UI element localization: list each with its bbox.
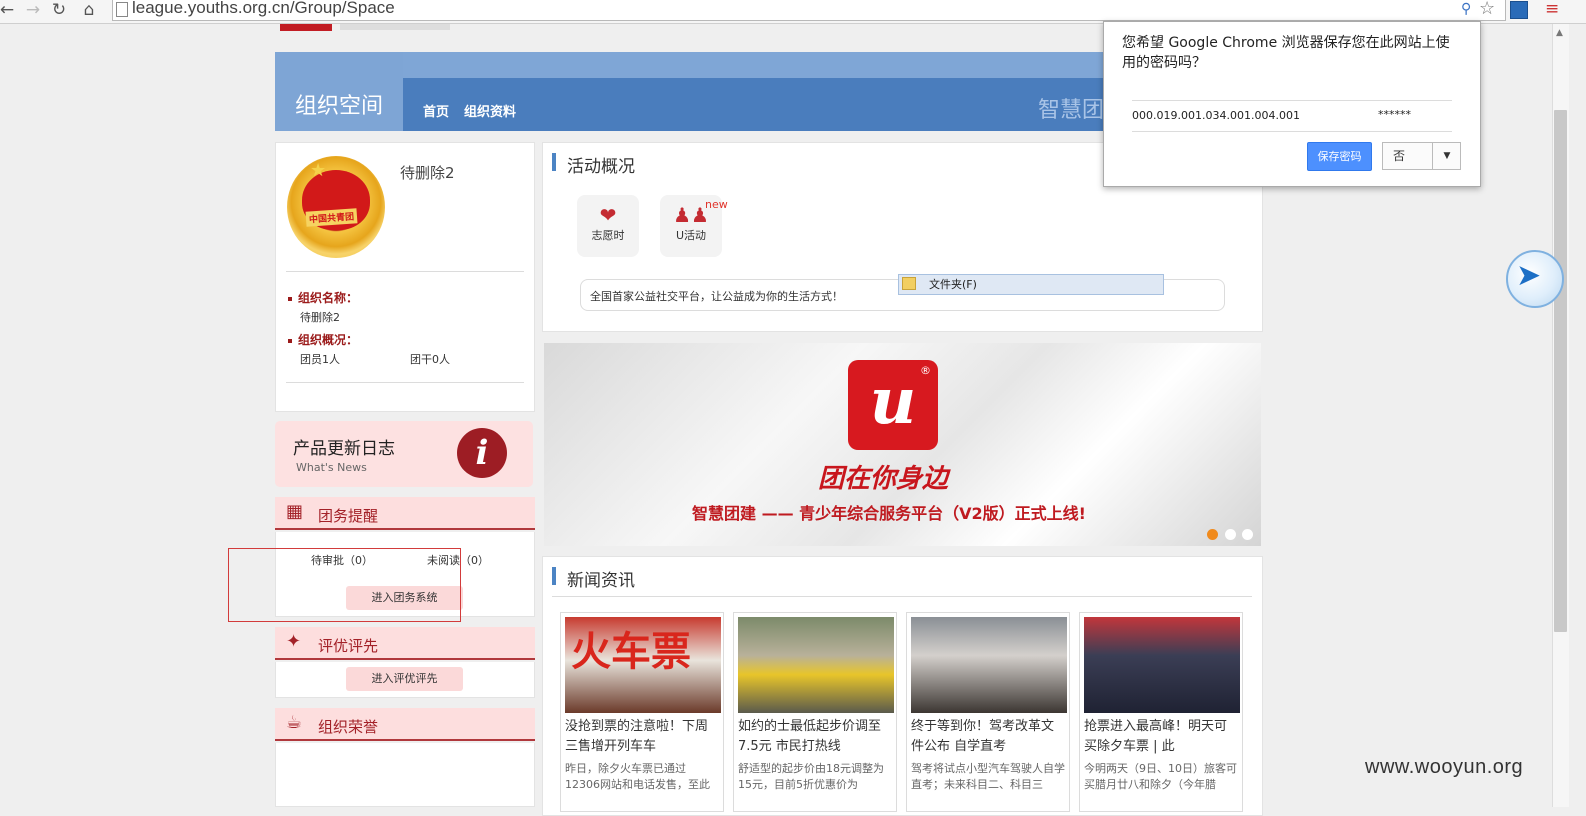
volunteer-hours-card[interactable]: ❤ 志愿时 [577, 195, 639, 257]
bookmark-star-icon[interactable]: ☆ [1479, 0, 1495, 19]
news-title: 新闻资讯 [567, 571, 635, 591]
news-item-title[interactable]: 终于等到你！驾考改革文件公布 自学直考 [907, 717, 1069, 757]
news-image-text: 火车票 [571, 628, 691, 675]
league-tasks-header [275, 497, 535, 530]
popup-message: 您希望 Google Chrome 浏览器保存您在此网站上使用的密码吗？ [1122, 35, 1450, 71]
news-image [1084, 617, 1240, 713]
home-icon[interactable]: ⌂ [78, 0, 100, 22]
section-marker [552, 567, 556, 585]
banner-caption: 智慧团建 —— 青少年综合服务平台（V2版）正式上线! [692, 504, 1086, 523]
cup-icon: ☕ [286, 712, 303, 733]
page-icon [116, 2, 128, 17]
header-title: 组织空间 [275, 52, 403, 131]
nav-org-profile[interactable]: 组织资料 [464, 101, 516, 120]
forward-icon[interactable]: → [22, 0, 44, 22]
banner-slogan: 团在你身边 [818, 464, 949, 494]
news-image [911, 617, 1067, 713]
carousel-dot-active[interactable] [1207, 529, 1218, 540]
u-activity-label: U活动 [675, 229, 707, 242]
carousel-dot[interactable] [1225, 529, 1236, 540]
star-icon: ★ [310, 160, 327, 181]
site-logo-text [340, 24, 450, 30]
back-icon[interactable]: ← [0, 0, 18, 22]
popup-username: 000.019.001.034.001.004.001 [1132, 109, 1300, 122]
heart-icon: ❤ [599, 203, 617, 227]
folder-icon [902, 277, 916, 290]
divider [552, 596, 1252, 597]
divider [286, 382, 524, 383]
activity-slogan: 全国首家公益社交平台，让公益成为你的生活方式！ [590, 290, 843, 303]
news-item-desc: 驾考将试点小型汽车驾驶人自学直考；未来科目二、科目三 [911, 762, 1065, 791]
awards-title: 评优评先 [318, 637, 379, 655]
highlight-box [228, 548, 461, 622]
scrollbar-thumb[interactable] [1554, 110, 1567, 632]
extension-icon[interactable] [1510, 1, 1528, 19]
news-image: 火车票 [565, 617, 721, 713]
chevron-down-icon[interactable]: ▼ [1432, 142, 1461, 170]
divider [1132, 100, 1452, 101]
divider [1132, 131, 1452, 132]
menu-icon[interactable]: ≡ [1545, 0, 1559, 19]
news-item-desc: 昨日，除夕火车票已通过12306网站和电话发售，至此 [565, 762, 710, 791]
bird-icon: ➤ [1516, 258, 1542, 293]
news-item-title[interactable]: 抢票进入最高峰！明天可买除夕车票 | 此 [1080, 717, 1242, 757]
honors-header [275, 708, 535, 741]
trophy-icon: ✦ [286, 631, 302, 652]
news-item-title[interactable]: 如约的士最低起步价调至7.5元 市民打热线 [734, 717, 896, 757]
new-badge: new [705, 198, 728, 211]
org-name-heading: 待删除2 [400, 164, 455, 182]
org-name-value: 待删除2 [300, 311, 340, 324]
org-overview-label: 组织概况： [288, 331, 358, 348]
divider [286, 271, 524, 272]
member-count: 团员1人 [300, 353, 340, 366]
site-logo[interactable] [280, 24, 332, 31]
volunteer-hours-label: 志愿时 [591, 229, 625, 242]
save-password-button[interactable]: 保存密码 [1307, 142, 1372, 171]
changelog-subtitle: What's News [296, 461, 367, 474]
honors-title: 组织荣誉 [318, 718, 379, 736]
awards-header [275, 627, 535, 660]
news-item[interactable]: 如约的士最低起步价调至7.5元 市民打热线 舒适型的起步价由18元调整为15元，… [733, 612, 897, 812]
news-item[interactable]: 火车票 没抢到票的注意啦！下周三售增开列车车 昨日，除夕火车票已通过12306网… [560, 612, 724, 812]
carousel-dot[interactable] [1242, 529, 1253, 540]
calendar-icon: ▦ [286, 501, 304, 522]
popup-password: ****** [1378, 108, 1411, 121]
info-icon: i [457, 428, 507, 478]
news-item-desc: 今明两天（9日、10日）旅客可买腊月廿八和除夕（今年腊 [1084, 762, 1237, 791]
news-item-title[interactable]: 没抢到票的注意啦！下周三售增开列车车 [561, 717, 723, 757]
url-text[interactable]: league.youths.org.cn/Group/Space [132, 0, 395, 18]
scroll-up-icon[interactable]: ▲ [1556, 28, 1563, 38]
folder-tooltip: 文件夹(F) [898, 274, 1164, 295]
header-right-text: 智慧团 [1038, 98, 1105, 123]
news-item-desc: 舒适型的起步价由18元调整为15元，目前5折优惠价为 [738, 762, 884, 791]
org-name-label: 组织名称： [288, 289, 358, 306]
league-tasks-title: 团务提醒 [318, 507, 379, 525]
section-marker [552, 153, 556, 171]
watermark: www.wooyun.org [1365, 756, 1524, 778]
news-image [738, 617, 894, 713]
honors-body [275, 743, 535, 807]
registered-icon: ® [920, 364, 931, 377]
changelog-title: 产品更新日志 [293, 439, 395, 459]
news-item[interactable]: 终于等到你！驾考改革文件公布 自学直考 驾考将试点小型汽车驾驶人自学直考；未来科… [906, 612, 1070, 812]
cadre-count: 团干0人 [410, 353, 450, 366]
news-item[interactable]: 抢票进入最高峰！明天可买除夕车票 | 此 今明两天（9日、10日）旅客可买腊月廿… [1079, 612, 1243, 812]
nav-home[interactable]: 首页 [423, 101, 449, 120]
key-icon[interactable]: ⚲ [1461, 1, 1471, 19]
enter-awards-button[interactable]: 进入评优评先 [346, 667, 463, 691]
activity-title: 活动概况 [567, 157, 635, 177]
reload-icon[interactable]: ↻ [48, 0, 70, 22]
